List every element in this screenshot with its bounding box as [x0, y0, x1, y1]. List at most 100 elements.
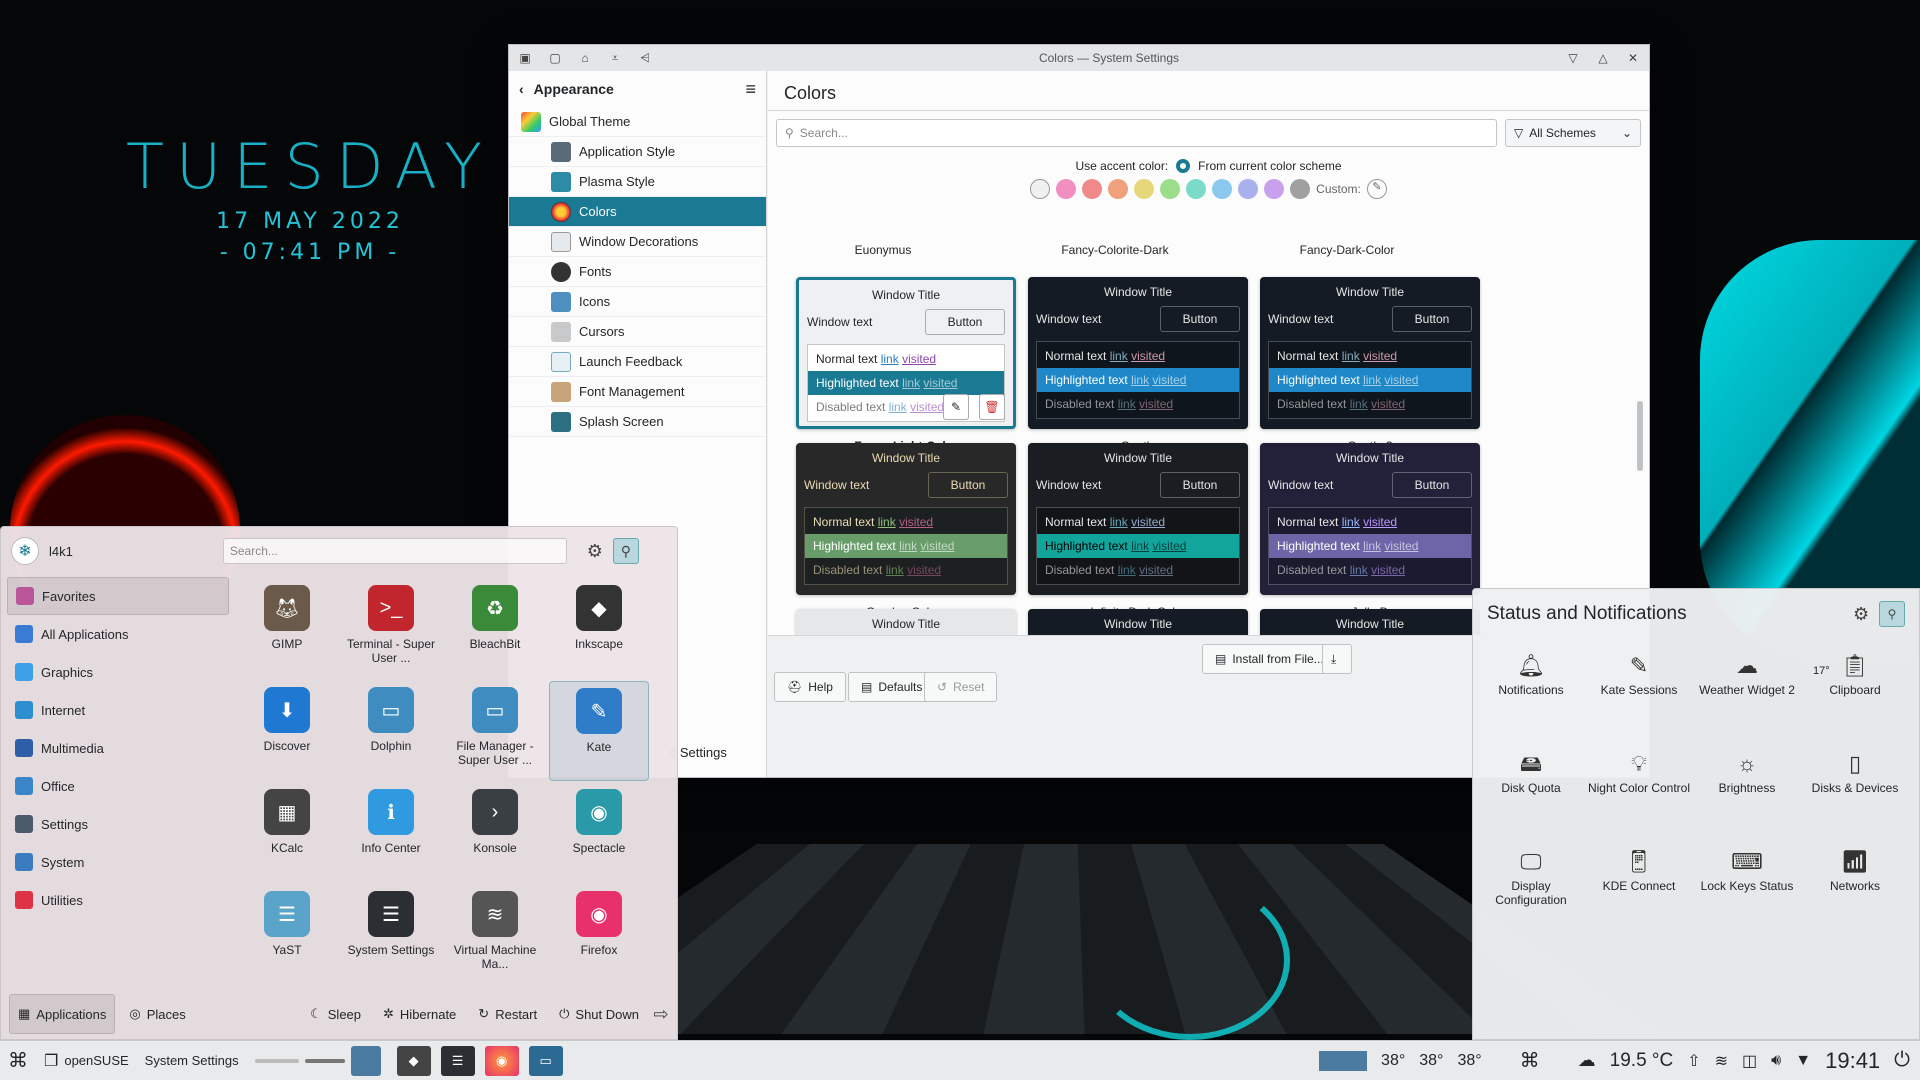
status-item-notifications[interactable]: 🔔︎ Notifications [1477, 649, 1585, 697]
defaults-button[interactable]: ▤ Defaults [848, 672, 936, 702]
category-graphics[interactable]: Graphics [7, 653, 229, 691]
pager-desktop-1[interactable] [254, 1058, 299, 1063]
app-firefox[interactable]: ◉ Firefox [549, 885, 649, 985]
status-item-kde-connect[interactable]: 📱︎ KDE Connect [1585, 845, 1693, 893]
status-item-networks[interactable]: 📶︎ Networks [1801, 845, 1909, 893]
scheme-search-input[interactable]: ⚲ Search... [776, 119, 1497, 147]
system-settings-icon[interactable]: ☰ [440, 1045, 475, 1076]
install-from-file-button[interactable]: ▤ Install from File... [1202, 644, 1337, 674]
pager-desktop-2[interactable] [304, 1058, 345, 1063]
hamburger-menu-icon[interactable]: ≡ [745, 79, 756, 100]
category-system[interactable]: System [7, 843, 229, 881]
color-scheme-card[interactable]: Window Title Window text Button Normal t… [796, 277, 1016, 429]
status-item-disks-devices[interactable]: ▯ Disks & Devices [1801, 747, 1909, 795]
status-item-kate-sessions[interactable]: ✎ Kate Sessions [1585, 649, 1693, 697]
keep-below-icon[interactable]: ⩡ [607, 50, 623, 66]
category-multimedia[interactable]: Multimedia [7, 729, 229, 767]
volume-icon[interactable]: 🔊︎ [1771, 1052, 1781, 1070]
app-discover[interactable]: ⬇ Discover [237, 681, 337, 781]
status-item-weather-widget-2[interactable]: ☁ Weather Widget 2 [1693, 649, 1801, 697]
accent-swatch[interactable] [1030, 179, 1051, 199]
category-office[interactable]: Office [7, 767, 229, 805]
sidebar-item-cursors[interactable]: Cursors [509, 317, 766, 347]
help-button[interactable]: ⛑ Help [774, 672, 846, 702]
app-kcalc[interactable]: ▦ KCalc [237, 783, 337, 883]
scheme-filter-dropdown[interactable]: ▽ All Schemes ⌄ [1505, 119, 1641, 147]
pager-desktop-3[interactable] [350, 1045, 381, 1076]
app-spectacle[interactable]: ◉ Spectacle [549, 783, 649, 883]
app-virtual-machine-ma-[interactable]: ≋ Virtual Machine Ma... [445, 885, 545, 985]
accent-swatch[interactable] [1238, 179, 1259, 199]
color-scheme-card[interactable]: Window Title [796, 609, 1016, 635]
pin-icon[interactable]: ⚲ [1879, 601, 1905, 627]
app-yast[interactable]: ☰ YaST [237, 885, 337, 985]
restart-button[interactable]: ↻ Restart [470, 994, 545, 1034]
app-dolphin[interactable]: ▭ Dolphin [341, 681, 441, 781]
pin-icon[interactable]: ⚲ [612, 538, 639, 564]
sidebar-item-colors[interactable]: Colors [509, 197, 766, 227]
accent-from-scheme-radio[interactable] [1176, 159, 1191, 173]
maximize-icon[interactable]: △ [1595, 50, 1611, 66]
kde-connect-icon[interactable]: ⌘ [1520, 1048, 1540, 1073]
status-item-disk-quota[interactable]: 🖴︎ Disk Quota [1477, 747, 1585, 795]
clipboard-icon[interactable]: ≋ [1715, 1051, 1728, 1071]
user-avatar[interactable]: ❄ [11, 537, 39, 565]
configure-gear-icon[interactable]: ⚙ [1853, 604, 1869, 624]
hibernate-button[interactable]: ✲ Hibernate [375, 994, 464, 1034]
edit-pencil-icon[interactable]: ✎ [943, 394, 969, 420]
shade-icon[interactable]: ⩤ [637, 50, 653, 66]
app-konsole[interactable]: › Konsole [445, 783, 545, 883]
sidebar-item-application-style[interactable]: Application Style [509, 137, 766, 167]
category-utilities[interactable]: Utilities [7, 881, 229, 919]
category-favorites[interactable]: Favorites [7, 577, 229, 615]
category-internet[interactable]: Internet [7, 691, 229, 729]
color-scheme-card[interactable]: Window Title Window text Button Normal t… [1028, 277, 1248, 429]
color-scheme-card[interactable]: Window Title Window text Button Normal t… [1260, 277, 1480, 429]
accent-swatch[interactable] [1186, 179, 1207, 199]
power-icon[interactable]: ⏻ [1894, 1049, 1910, 1072]
dolphin-icon[interactable]: ▭ [528, 1045, 563, 1076]
app-info-center[interactable]: ℹ Info Center [341, 783, 441, 883]
app-menu-icon[interactable]: ▣ [517, 50, 533, 66]
applications-button[interactable]: ▦ Applications [9, 994, 116, 1034]
activity-icon[interactable]: ◫ [1742, 1051, 1757, 1071]
all-desktops-icon[interactable]: ▢ [547, 50, 563, 66]
sidebar-item-fonts[interactable]: Fonts [509, 257, 766, 287]
grid-scrollbar[interactable] [1637, 401, 1643, 471]
status-item-night-color-control[interactable]: 💡︎ Night Color Control [1585, 747, 1693, 795]
taskbar-clock[interactable]: 19:41 [1825, 1048, 1880, 1074]
accent-swatch[interactable] [1134, 179, 1155, 199]
sidebar-item-font-management[interactable]: Font Management [509, 377, 766, 407]
configure-gear-icon[interactable]: ⚙ [587, 541, 603, 561]
inkscape-icon[interactable]: ◆ [396, 1045, 431, 1076]
sidebar-item-launch-feedback[interactable]: Launch Feedback [509, 347, 766, 377]
leave-more-icon[interactable]: ⇨ [653, 1004, 669, 1024]
sidebar-item-global-theme[interactable]: Global Theme [509, 107, 766, 137]
firefox-icon[interactable]: ◉ [484, 1045, 519, 1076]
app-kate[interactable]: ✎ Kate [549, 681, 649, 781]
status-item-lock-keys-status[interactable]: ⌨ Lock Keys Status [1693, 845, 1801, 893]
app-system-settings[interactable]: ☰ System Settings [341, 885, 441, 985]
app-file-manager-super-user-[interactable]: ▭ File Manager - Super User ... [445, 681, 545, 781]
back-icon[interactable]: ‹ [519, 81, 524, 97]
app-gimp[interactable]: 🦊︎ GIMP [237, 579, 337, 679]
color-scheme-card[interactable]: Window Title [1028, 609, 1248, 635]
color-scheme-card[interactable]: Window Title Window text Button Normal t… [796, 443, 1016, 595]
close-icon[interactable]: ✕ [1625, 50, 1641, 66]
minimize-icon[interactable]: ▽ [1565, 50, 1581, 66]
system-load-graph[interactable] [1247, 1050, 1368, 1071]
accent-swatch[interactable] [1108, 179, 1129, 199]
weather-cloud-icon[interactable]: ☁ [1578, 1050, 1596, 1071]
sidebar-item-window-decorations[interactable]: Window Decorations [509, 227, 766, 257]
launcher-search-input[interactable]: Search... [222, 538, 567, 564]
sidebar-item-plasma-style[interactable]: Plasma Style [509, 167, 766, 197]
accent-swatch[interactable] [1082, 179, 1103, 199]
task-opensuse[interactable]: ❐ openSUSE [36, 1041, 137, 1080]
pager[interactable] [247, 1041, 389, 1080]
accent-swatch[interactable] [1212, 179, 1233, 199]
sleep-button[interactable]: ☾ Sleep [302, 994, 369, 1034]
custom-color-picker-icon[interactable]: ✎ [1366, 179, 1387, 199]
status-item-brightness[interactable]: ☼ Brightness [1693, 747, 1801, 795]
updates-icon[interactable]: ⇧ [1687, 1051, 1700, 1071]
app-bleachbit[interactable]: ♻ BleachBit [445, 579, 545, 679]
